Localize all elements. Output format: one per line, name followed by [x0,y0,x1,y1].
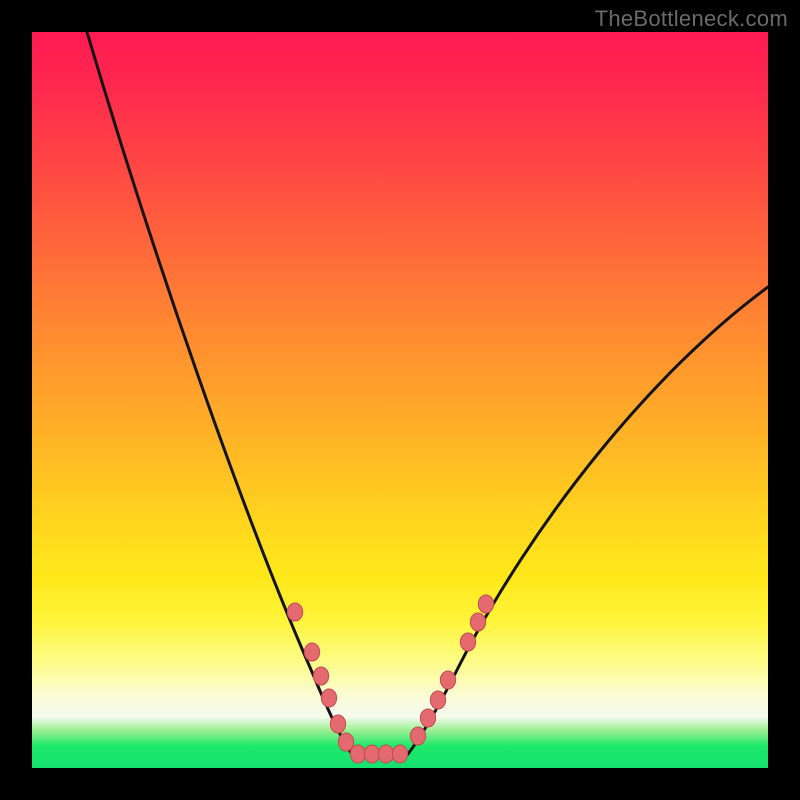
data-marker [430,691,445,709]
data-marker [313,667,328,685]
curve-group [87,32,768,754]
data-marker [440,671,455,689]
data-marker [392,745,407,763]
data-marker [410,727,425,745]
data-marker [304,643,319,661]
data-marker [470,613,485,631]
data-marker [364,745,379,763]
data-markers [287,595,493,763]
bottleneck-curve [32,32,768,768]
gradient-plot-area [32,32,768,768]
data-marker [350,745,365,763]
data-marker [460,633,475,651]
data-marker [330,715,345,733]
data-marker [321,689,336,707]
data-marker [378,745,393,763]
chart-frame: TheBottleneck.com [0,0,800,800]
data-marker [420,709,435,727]
watermark-text: TheBottleneck.com [595,6,788,32]
curve-right-limb [408,287,768,754]
data-marker [287,603,302,621]
data-marker [478,595,493,613]
data-marker [338,733,353,751]
